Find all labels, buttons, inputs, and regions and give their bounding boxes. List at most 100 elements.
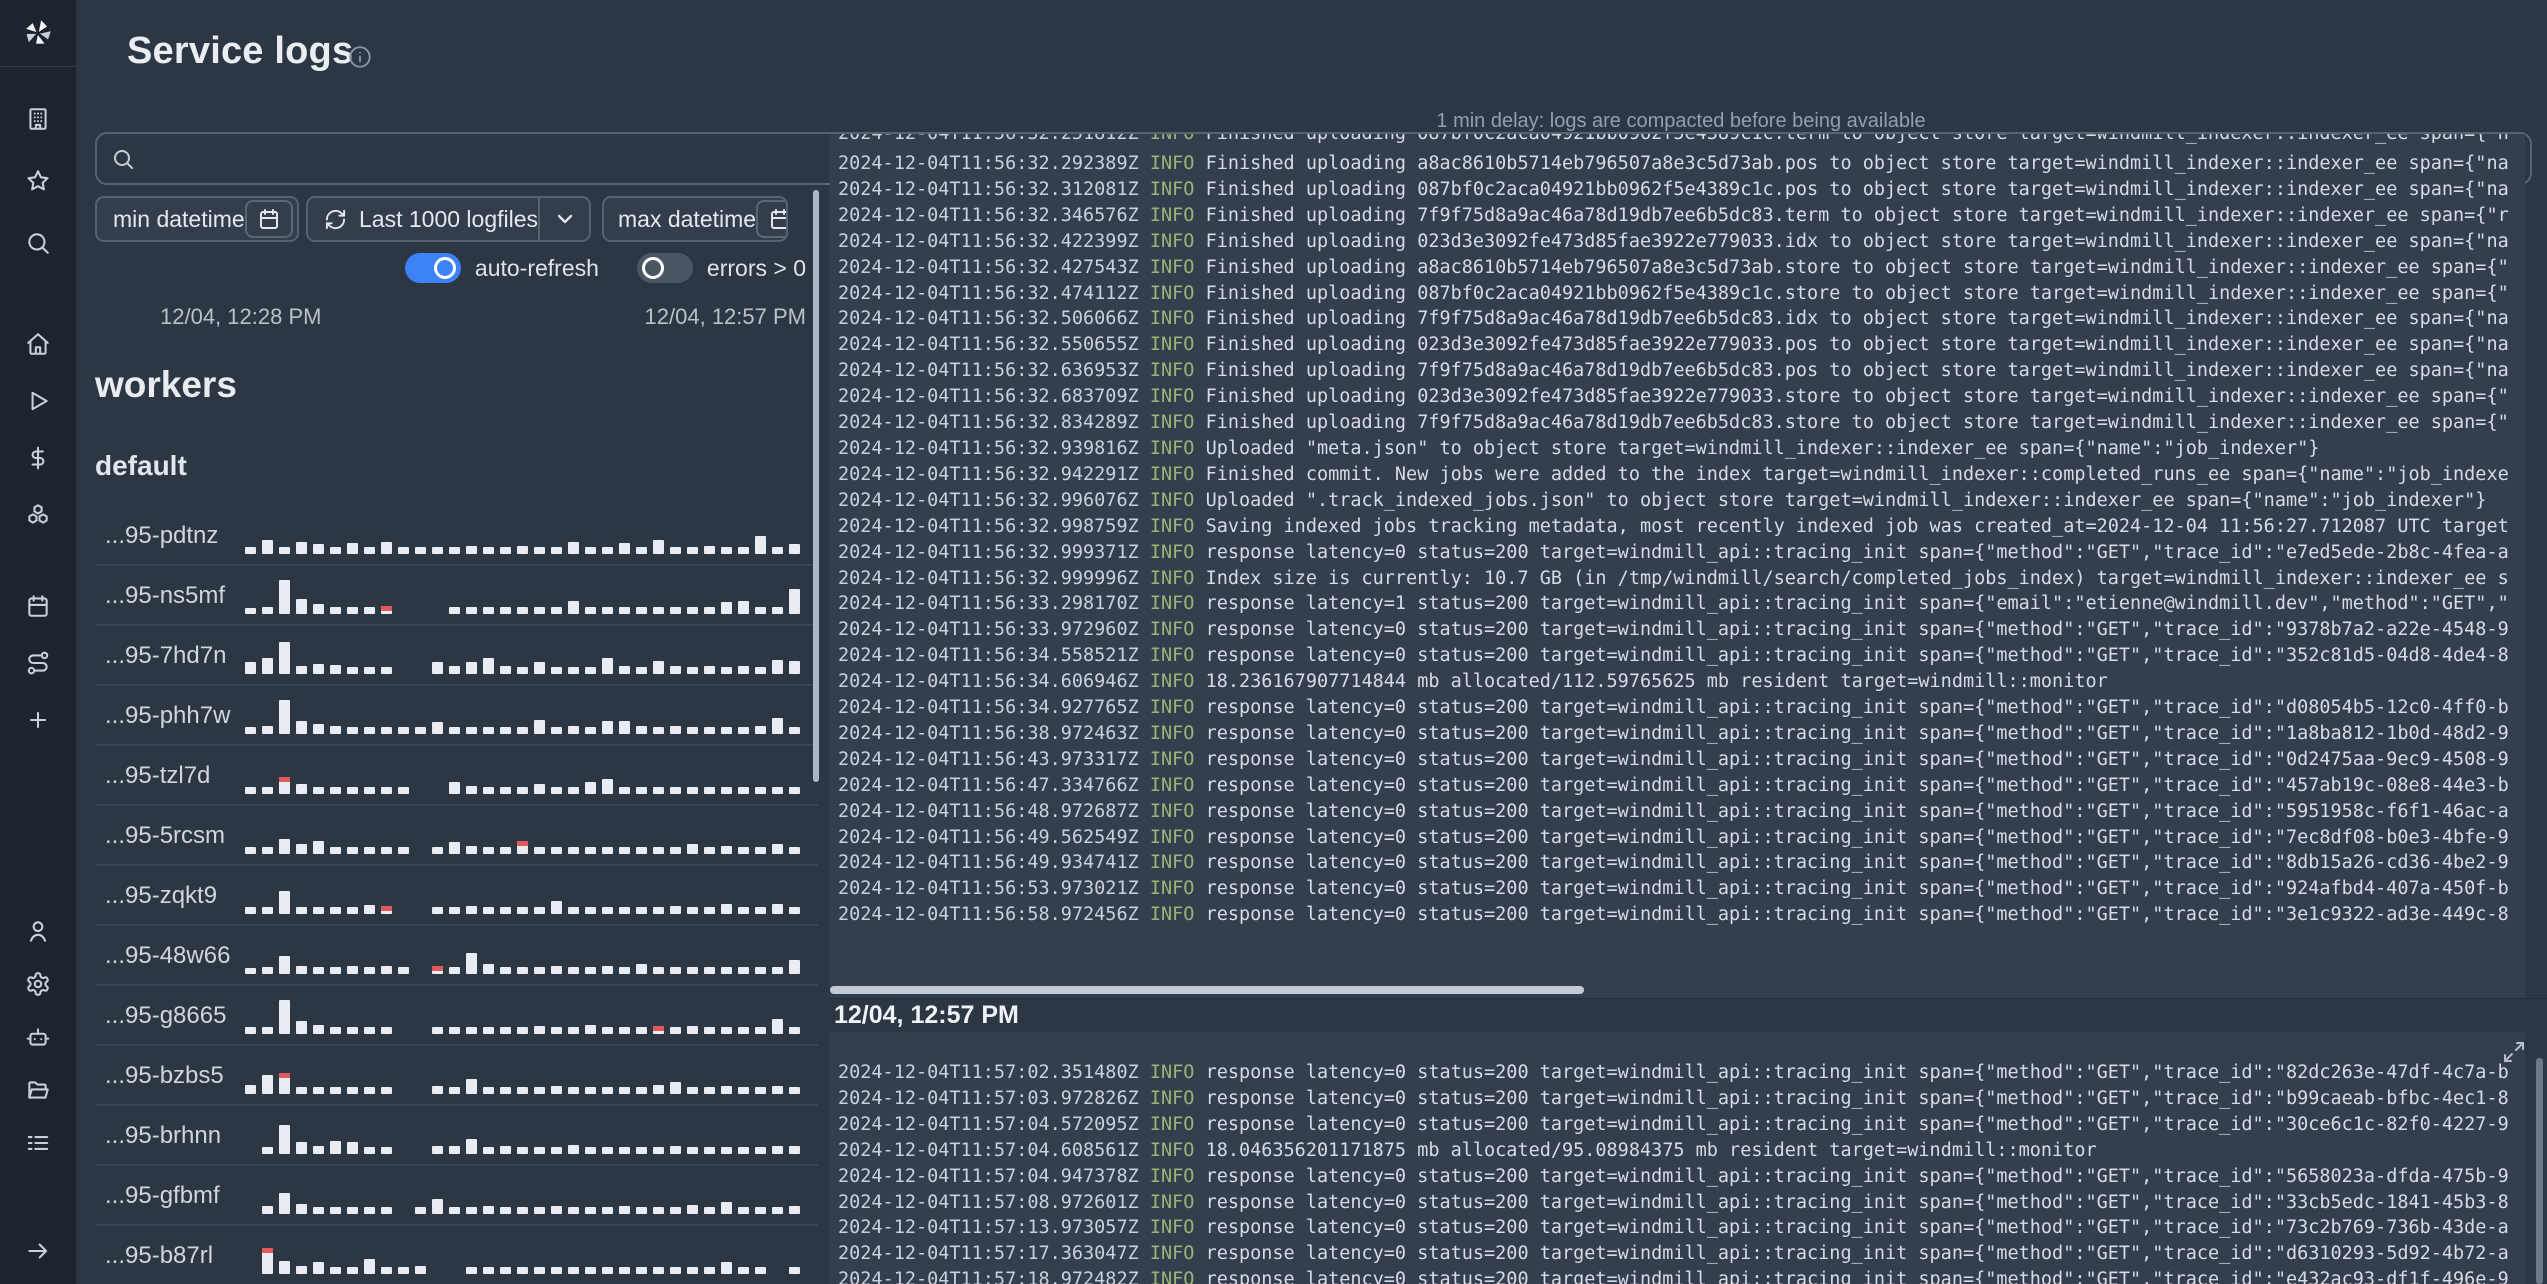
log-section-time: 12/04, 12:57 PM	[834, 1001, 1019, 1029]
runs-play-icon[interactable]	[25, 388, 51, 414]
log-line: 2024-12-04T11:56:32.636953Z INFO Finishe…	[838, 360, 2509, 382]
dollar-icon[interactable]	[25, 445, 51, 471]
log-line: 2024-12-04T11:56:32.506066Z INFO Finishe…	[838, 308, 2509, 330]
min-datetime-filter[interactable]: min datetime	[95, 196, 299, 242]
worker-name: ...95-g8665	[105, 1002, 227, 1029]
time-range-row: 12/04, 12:28 PM 12/04, 12:57 PM	[95, 304, 806, 330]
log-panel-lower: 2024-12-04T11:57:02.351480Z INFO respons…	[830, 1032, 2525, 1284]
log-line: 2024-12-04T11:56:32.292389Z INFO Finishe…	[838, 153, 2509, 174]
cubes-icon[interactable]	[25, 502, 51, 528]
worker-activity-sparkline	[245, 1178, 812, 1224]
log-line: 2024-12-04T11:56:32.474112Z INFO Finishe…	[838, 282, 2509, 304]
auto-refresh-toggle[interactable]	[404, 253, 461, 283]
log-line: 2024-12-04T11:57:13.973057Z INFO respons…	[838, 1217, 2509, 1239]
workers-scrollbar[interactable]	[813, 190, 819, 782]
windmill-logo-icon[interactable]	[0, 0, 76, 67]
calendar-icon[interactable]	[756, 200, 786, 238]
worker-row[interactable]: ...95-b87rl	[95, 1226, 818, 1284]
app-sidebar	[0, 0, 76, 1284]
maximize-icon[interactable]	[2502, 1040, 2526, 1064]
worker-activity-sparkline	[245, 1118, 812, 1164]
worker-row[interactable]: ...95-gfbmf	[95, 1166, 818, 1226]
refresh-icon	[324, 208, 347, 231]
sidebar-group-bottom	[0, 918, 76, 1156]
worker-activity-sparkline	[245, 998, 812, 1044]
log-line: 2024-12-04T11:56:43.973317Z INFO respons…	[838, 748, 2509, 770]
plus-icon[interactable]	[25, 707, 51, 733]
log-line: 2024-12-04T11:56:32.834289Z INFO Finishe…	[838, 412, 2509, 434]
log-line: 2024-12-04T11:56:32.550655Z INFO Finishe…	[838, 334, 2509, 356]
log-line: 2024-12-04T11:56:33.972960Z INFO respons…	[838, 619, 2509, 641]
worker-row[interactable]: ...95-7hd7n	[95, 626, 818, 686]
worker-name: ...95-phh7w	[105, 702, 231, 729]
toggle-row: auto-refresh errors > 0	[95, 251, 806, 285]
worker-row[interactable]: ...95-phh7w	[95, 686, 818, 746]
worker-name: ...95-5rcsm	[105, 822, 226, 849]
log-line: 2024-12-04T11:56:53.973021Z INFO respons…	[838, 878, 2509, 900]
max-datetime-label: max datetime	[618, 205, 757, 232]
errors-toggle[interactable]	[636, 253, 693, 283]
chevron-down-icon[interactable]	[538, 198, 589, 240]
worker-row[interactable]: ...95-ns5mf	[95, 566, 818, 626]
worker-group-label: default	[95, 450, 187, 481]
worker-row[interactable]: ...95-pdtnz	[95, 506, 818, 566]
max-datetime-filter[interactable]: max datetime	[602, 196, 788, 242]
worker-name: ...95-zqkt9	[105, 882, 218, 909]
log-panel-upper: 2024-12-04T11:56:32.251812Z INFO Finishe…	[830, 134, 2525, 998]
worker-activity-sparkline	[245, 1058, 812, 1104]
log-line: 2024-12-04T11:57:04.572095Z INFO respons…	[838, 1113, 2509, 1135]
collapse-arrow-icon[interactable]	[25, 1238, 51, 1264]
worker-row[interactable]: ...95-zqkt9	[95, 866, 818, 926]
logfiles-select[interactable]: Last 1000 logfiles	[306, 196, 591, 242]
range-end: 12/04, 12:57 PM	[644, 304, 806, 329]
search-icon[interactable]	[25, 230, 51, 256]
worker-activity-sparkline	[245, 758, 812, 804]
settings-gear-icon[interactable]	[25, 971, 51, 997]
clipped-log-line: 2024-12-04T11:56:32.251812Z INFO Finishe…	[838, 134, 2525, 147]
worker-name: ...95-ns5mf	[105, 582, 226, 609]
log-vertical-scrollbar[interactable]	[2536, 1058, 2543, 1284]
search-icon	[111, 147, 135, 171]
worker-row[interactable]: ...95-bzbs5	[95, 1046, 818, 1106]
worker-row[interactable]: ...95-48w66	[95, 926, 818, 986]
calendar-icon[interactable]	[245, 200, 293, 238]
log-line: 2024-12-04T11:56:32.999996Z INFO Index s…	[838, 567, 2509, 589]
calendar-icon[interactable]	[25, 593, 51, 619]
page-title: Service logs	[127, 30, 354, 72]
worker-activity-sparkline	[245, 1238, 812, 1284]
worker-row[interactable]: ...95-g8665	[95, 986, 818, 1046]
folder-open-icon[interactable]	[25, 1077, 51, 1103]
workers-heading: workers	[95, 364, 237, 405]
worker-row[interactable]: ...95-tzl7d	[95, 746, 818, 806]
log-line: 2024-12-04T11:56:48.972687Z INFO respons…	[838, 800, 2509, 822]
log-line: 2024-12-04T11:56:32.346576Z INFO Finishe…	[838, 204, 2509, 226]
robot-icon[interactable]	[25, 1024, 51, 1050]
log-line: 2024-12-04T11:56:49.934741Z INFO respons…	[838, 852, 2509, 874]
log-line: 2024-12-04T11:56:32.942291Z INFO Finishe…	[838, 463, 2509, 485]
worker-activity-sparkline	[245, 698, 812, 744]
worker-row[interactable]: ...95-5rcsm	[95, 806, 818, 866]
log-line: 2024-12-04T11:57:04.608561Z INFO 18.0463…	[838, 1139, 2097, 1161]
user-icon[interactable]	[25, 918, 51, 944]
log-line: 2024-12-04T11:56:34.927765Z INFO respons…	[838, 697, 2509, 719]
log-line: 2024-12-04T11:57:02.351480Z INFO respons…	[838, 1062, 2509, 1083]
route-icon[interactable]	[25, 650, 51, 676]
log-horizontal-scrollbar[interactable]	[830, 986, 1584, 994]
logfiles-label: Last 1000 logfiles	[359, 205, 539, 232]
sidebar-group-middle	[0, 331, 76, 528]
worker-activity-sparkline	[245, 578, 812, 624]
workspace-building-icon[interactable]	[25, 106, 51, 132]
log-line: 2024-12-04T11:56:34.606946Z INFO 18.2361…	[838, 671, 2108, 693]
home-icon[interactable]	[25, 331, 51, 357]
log-line: 2024-12-04T11:56:58.972456Z INFO respons…	[838, 904, 2509, 926]
worker-name: ...95-brhnn	[105, 1122, 222, 1149]
errors-label: errors > 0	[706, 254, 806, 281]
sidebar-group-middle2	[0, 593, 76, 733]
audit-list-icon[interactable]	[25, 1130, 51, 1156]
worker-name: ...95-tzl7d	[105, 762, 211, 789]
star-icon[interactable]	[25, 168, 51, 194]
worker-activity-sparkline	[245, 878, 812, 924]
worker-activity-sparkline	[245, 938, 812, 984]
worker-row[interactable]: ...95-brhnn	[95, 1106, 818, 1166]
info-icon[interactable]	[347, 44, 373, 70]
